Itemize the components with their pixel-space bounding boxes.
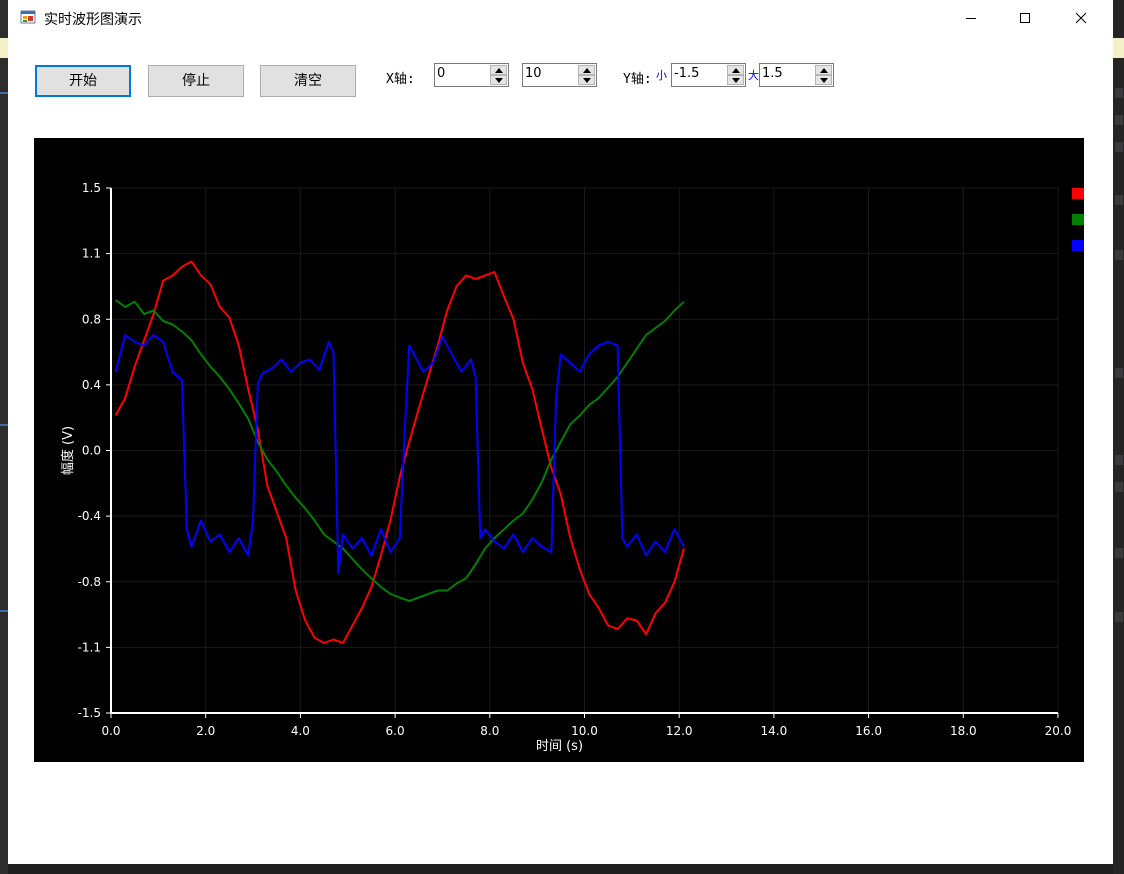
y-axis-label: Y轴:	[623, 72, 652, 87]
background-ide-right	[1113, 0, 1124, 874]
y-tick-label: 0.8	[82, 312, 101, 326]
winforms-app-icon	[20, 9, 36, 25]
x-max-value[interactable]: 10	[525, 66, 542, 81]
x-min-spinner[interactable]: 0	[434, 63, 509, 87]
window-title: 实时波形图演示	[44, 12, 142, 28]
background-ide-left	[0, 0, 8, 874]
maximize-button[interactable]	[1002, 0, 1048, 36]
x-tick-label: 18.0	[950, 724, 977, 738]
y-min-value[interactable]: -1.5	[674, 66, 699, 81]
chart-canvas: 0.0 2.0 4.0 6.0 8.0 10.0 12.0 14.0 16.0 18.0 20.0 1…	[60, 181, 1072, 754]
waveform-chart[interactable]: 0.0 2.0 4.0 6.0 8.0 10.0 12.0 14.0 16.0 18.0 20.0 1…	[34, 138, 1084, 762]
y-min-label: 小	[656, 69, 667, 82]
series-line-3	[114, 334, 685, 574]
legend-swatch-3	[1072, 240, 1084, 251]
app-window: 实时波形图演示 开始 停止 清空 X轴: 0 10 Y轴: 小 -1.5 大 1…	[8, 0, 1113, 864]
title-bar[interactable]: 实时波形图演示	[8, 0, 1113, 36]
y-tick-label: -0.8	[78, 575, 101, 589]
x-tick-label: 0.0	[101, 724, 120, 738]
x-tick-label: 8.0	[480, 724, 499, 738]
x-tick-label: 10.0	[571, 724, 598, 738]
stop-button[interactable]: 停止	[148, 65, 244, 97]
x-tick-label: 14.0	[761, 724, 788, 738]
spin-down-button[interactable]	[727, 75, 744, 85]
y-tick-label: 0.4	[82, 378, 101, 392]
series-line-1	[114, 260, 685, 644]
y-tick-label: 1.5	[82, 181, 101, 195]
y-max-spinner[interactable]: 1.5	[759, 63, 834, 87]
spin-up-button[interactable]	[727, 65, 744, 75]
y-max-label: 大	[748, 69, 759, 82]
spin-down-button[interactable]	[578, 75, 595, 85]
spin-down-button[interactable]	[490, 75, 507, 85]
y-min-spinner[interactable]: -1.5	[671, 63, 746, 87]
y-tick-label: 0.0	[82, 444, 101, 458]
x-tick-label: 6.0	[386, 724, 405, 738]
clear-button[interactable]: 清空	[260, 65, 356, 97]
y-tick-label: 1.1	[82, 247, 101, 261]
spin-up-button[interactable]	[490, 65, 507, 75]
y-axis-title: 幅度 (V)	[60, 426, 76, 475]
minimize-button[interactable]	[948, 0, 994, 36]
y-tick-label: -1.5	[78, 706, 101, 720]
x-tick-label: 2.0	[196, 724, 215, 738]
spin-up-button[interactable]	[578, 65, 595, 75]
close-button[interactable]	[1058, 0, 1104, 36]
legend-swatch-1	[1072, 188, 1084, 199]
spin-down-button[interactable]	[815, 75, 832, 85]
y-tick-label: -0.4	[78, 509, 101, 523]
x-axis-title: 时间 (s)	[536, 739, 583, 754]
spin-up-button[interactable]	[815, 65, 832, 75]
x-tick-label: 4.0	[291, 724, 310, 738]
x-tick-label: 16.0	[855, 724, 882, 738]
x-max-spinner[interactable]: 10	[522, 63, 597, 87]
x-tick-label: 12.0	[666, 724, 693, 738]
x-axis-label: X轴:	[386, 72, 415, 87]
y-tick-label: -1.1	[78, 640, 101, 654]
x-tick-label: 20.0	[1045, 724, 1072, 738]
legend-swatch-2	[1072, 214, 1084, 225]
start-button[interactable]: 开始	[35, 65, 131, 97]
y-max-value[interactable]: 1.5	[762, 66, 783, 81]
x-min-value[interactable]: 0	[437, 66, 445, 81]
